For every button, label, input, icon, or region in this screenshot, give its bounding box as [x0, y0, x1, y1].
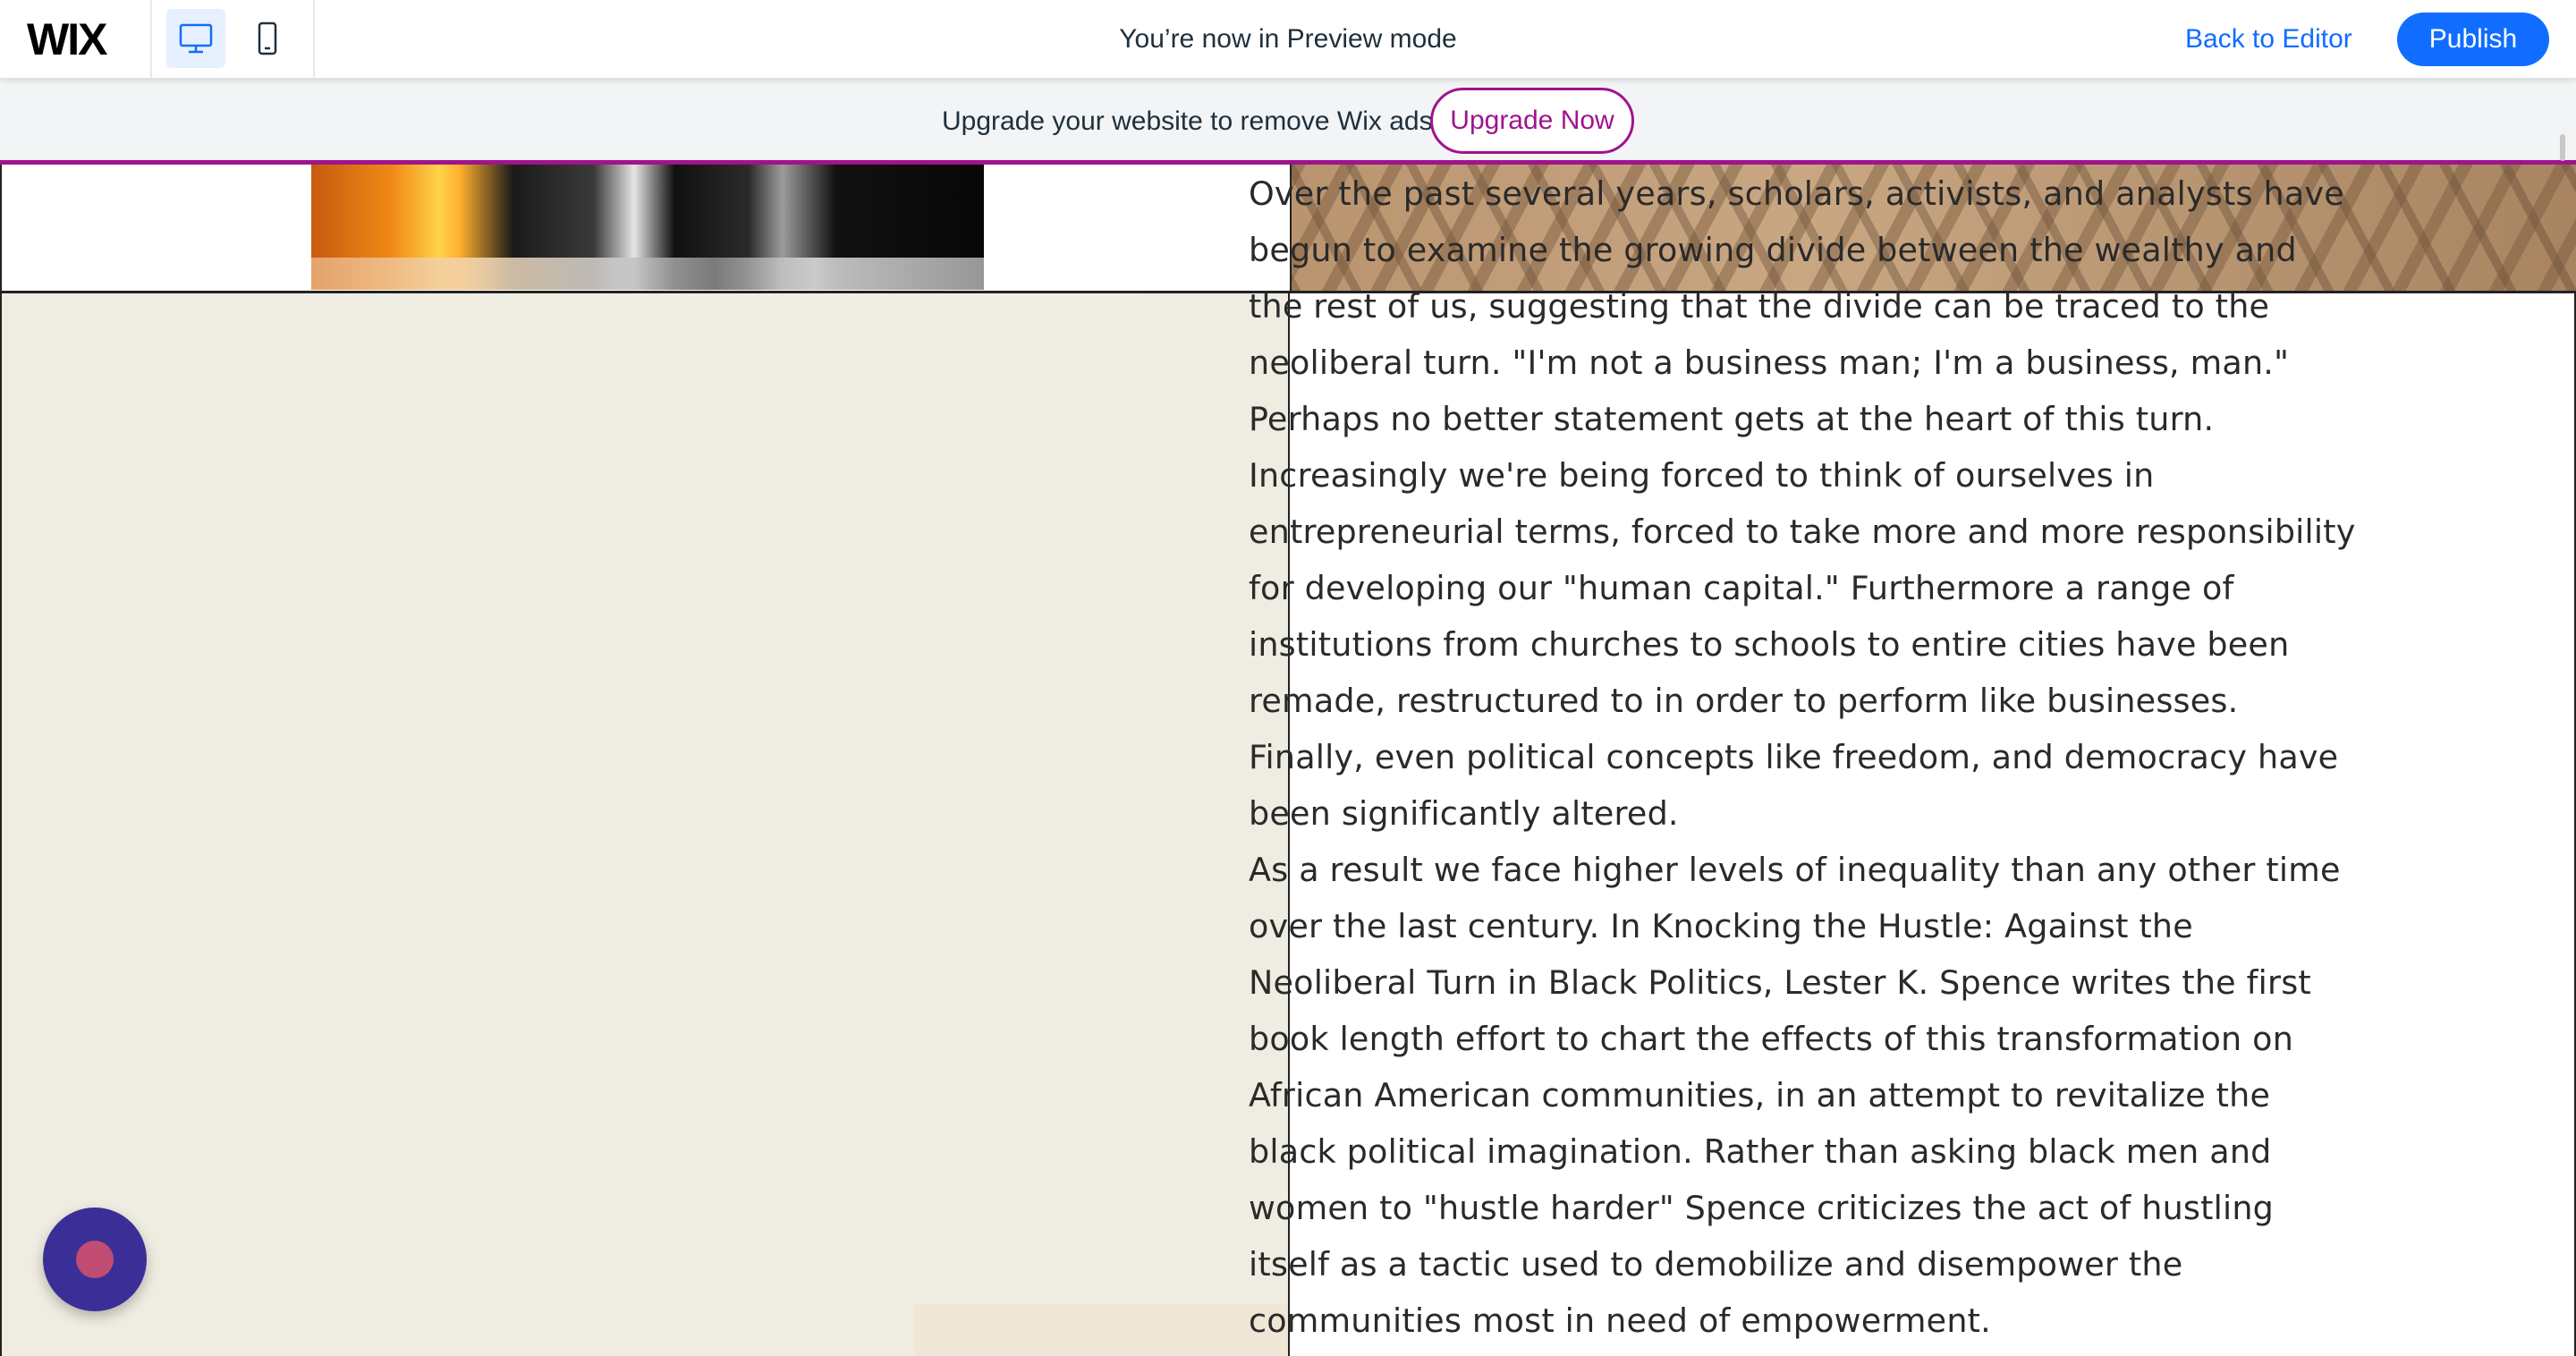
preview-topbar: WIX You’re now in Preview mode Back to E…: [0, 0, 2576, 79]
scrollbar[interactable]: [2560, 134, 2565, 161]
printing-press-image: [311, 165, 984, 290]
wix-ads-banner: Upgrade your website to remove Wix ads U…: [0, 79, 2576, 165]
chat-widget-button[interactable]: [43, 1208, 147, 1311]
mobile-view-button[interactable]: [238, 9, 297, 68]
article-paragraph: As a result we face higher levels of ine…: [1249, 851, 2341, 1340]
article-paragraph: Over the past several years, scholars, a…: [1249, 174, 2356, 833]
image-strip: [0, 165, 1290, 292]
topbar-divider: [150, 0, 152, 79]
upgrade-now-button[interactable]: Upgrade Now: [1430, 88, 1634, 154]
publish-button[interactable]: Publish: [2397, 13, 2549, 66]
desktop-view-button[interactable]: [166, 9, 225, 68]
mobile-icon: [258, 21, 277, 55]
ad-banner-text: Upgrade your website to remove Wix ads: [942, 106, 1433, 136]
back-to-editor-link[interactable]: Back to Editor: [2185, 23, 2352, 55]
article-text: Over the past several years, scholars, a…: [1249, 165, 2358, 1349]
beige-background-panel: [0, 293, 1290, 1356]
desktop-icon: [179, 23, 213, 54]
topbar-divider: [313, 0, 315, 79]
wix-logo: WIX: [27, 14, 107, 64]
chat-icon: [76, 1241, 114, 1278]
